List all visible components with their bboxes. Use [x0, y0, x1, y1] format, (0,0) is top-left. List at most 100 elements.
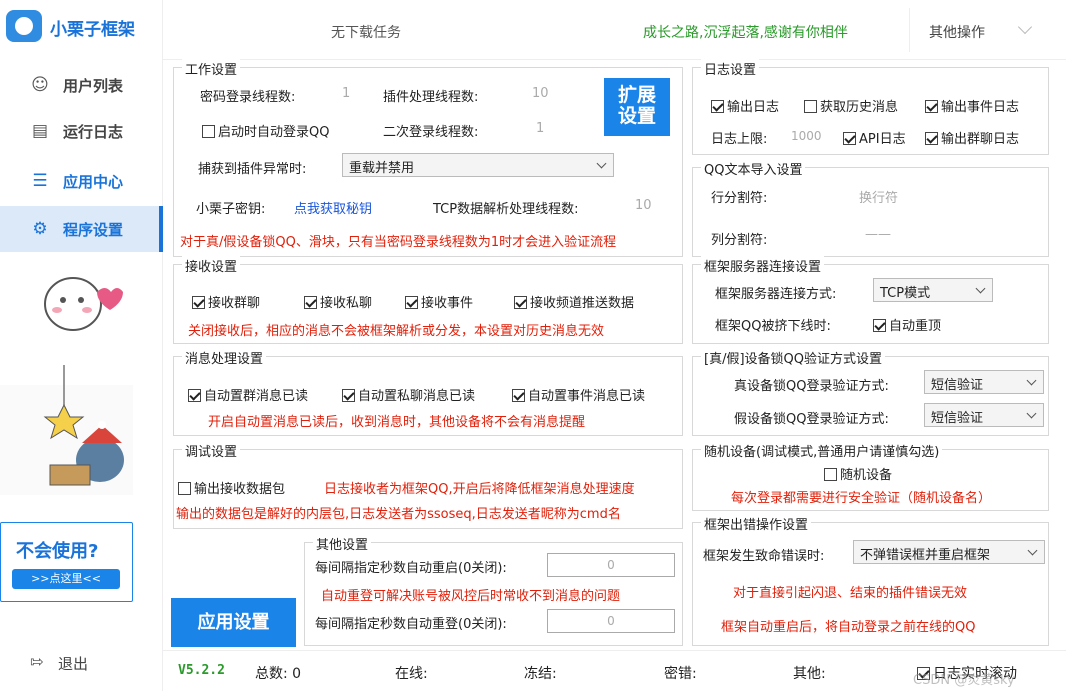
- app-title: 小栗子框架: [50, 20, 135, 40]
- apply-settings-button[interactable]: 应用设置: [171, 598, 296, 647]
- pwd-threads-label: 密码登录线程数:: [200, 90, 296, 105]
- document-icon: ▤: [31, 121, 49, 141]
- row-separator-label: 行分割符:: [711, 191, 768, 206]
- sidebar-item-logs[interactable]: ▤ 运行日志: [0, 108, 163, 154]
- exception-select[interactable]: 重载并禁用: [342, 153, 614, 177]
- section-title: [真/假]设备锁QQ验证方式设置: [701, 348, 885, 367]
- log-limit-label: 日志上限:: [711, 132, 768, 147]
- tcp-threads-label: TCP数据解析处理线程数:: [433, 202, 579, 217]
- fake-lock-label: 假设备锁QQ登录验证方式:: [734, 412, 889, 427]
- help-title: 不会使用?: [16, 541, 99, 562]
- fatal-error-label: 框架发生致命错误时:: [703, 549, 825, 564]
- api-log-checkbox[interactable]: API日志: [843, 128, 906, 147]
- random-device-checkbox[interactable]: 随机设备: [824, 464, 892, 483]
- receive-event-checkbox[interactable]: 接收事件: [405, 292, 473, 311]
- button-label-line: 设置: [617, 105, 656, 127]
- group-log-checkbox[interactable]: 输出群聊日志: [925, 128, 1019, 147]
- section-title: 日志设置: [701, 59, 760, 78]
- other-settings-section: 其他设置 每间隔指定秒数自动重启(0关闭): 0 自动重登可解决账号被风控后时常…: [304, 534, 683, 646]
- private-read-checkbox[interactable]: 自动置私聊消息已读: [342, 385, 475, 404]
- section-title: 其他设置: [313, 534, 372, 553]
- total-count: 总数: 0: [255, 666, 302, 682]
- sticker-cat-image: [0, 365, 133, 495]
- receive-private-checkbox[interactable]: 接收私聊: [304, 292, 372, 311]
- exception-label: 捕获到插件异常时:: [198, 162, 307, 177]
- checkbox-label: 输出日志: [727, 100, 780, 115]
- col-separator-label: 列分割符:: [711, 233, 768, 248]
- checkbox-label: API日志: [859, 132, 906, 147]
- sidebar-item-label: 应用中心: [63, 173, 124, 191]
- more-operations-menu[interactable]: 其他操作: [929, 22, 985, 42]
- help-box[interactable]: 不会使用? >>点这里<<: [0, 522, 133, 602]
- help-link-button[interactable]: >>点这里<<: [12, 569, 120, 589]
- output-packet-checkbox[interactable]: 输出接收数据包: [178, 478, 285, 497]
- checkbox-label: 输出接收数据包: [194, 482, 286, 497]
- real-lock-select[interactable]: 短信验证: [924, 370, 1044, 394]
- receive-group-checkbox[interactable]: 接收群聊: [192, 292, 260, 311]
- history-msg-checkbox[interactable]: 获取历史消息: [804, 96, 898, 115]
- watermark: CSDN @炎黄sky: [913, 673, 1015, 688]
- error-notice-2: 框架自动重启后，将自动登录之前在线的QQ: [721, 620, 976, 635]
- pwd-error-count: 密错:: [664, 666, 697, 682]
- second-login-label: 二次登录线程数:: [383, 125, 479, 140]
- receive-settings-section: 接收设置 接收群聊 接收私聊 接收事件 接收频道推送数据 关闭接收后，相应的消息…: [173, 256, 683, 344]
- section-title: 调试设置: [182, 441, 241, 460]
- connection-mode-select[interactable]: TCP模式: [873, 278, 993, 302]
- gear-icon: ⚙: [32, 219, 48, 239]
- work-settings-section: 工作设置 密码登录线程数: 1 插件处理线程数: 10 扩展 设置 启动时自动登录…: [173, 59, 683, 257]
- output-log-checkbox[interactable]: 输出日志: [711, 96, 779, 115]
- random-notice: 每次登录都需要进行安全验证（随机设备名）: [731, 491, 992, 506]
- plugin-threads-input[interactable]: 10: [532, 86, 549, 101]
- auto-login-checkbox[interactable]: 启动时自动登录QQ: [202, 121, 329, 140]
- real-lock-label: 真设备锁QQ登录验证方式:: [734, 379, 889, 394]
- restart-interval-input[interactable]: 0: [547, 553, 675, 577]
- logout-button[interactable]: ⇰ 退出: [30, 650, 120, 674]
- get-key-link[interactable]: 点我获取秘钥: [294, 198, 372, 217]
- other-count: 其他:: [793, 666, 826, 682]
- kicked-label: 框架QQ被挤下线时:: [715, 319, 831, 334]
- event-read-checkbox[interactable]: 自动置事件消息已读: [512, 385, 645, 404]
- sticker-heart-image: [44, 277, 123, 331]
- section-title: 接收设置: [182, 256, 241, 275]
- receive-channel-checkbox[interactable]: 接收频道推送数据: [514, 292, 634, 311]
- group-read-checkbox[interactable]: 自动置群消息已读: [188, 385, 308, 404]
- sidebar: 小栗子框架 ☺ 用户列表 ▤ 运行日志 ☰ 应用中心 ⚙ 程序设置 不会使用? …: [0, 0, 163, 691]
- sidebar-item-users[interactable]: ☺ 用户列表: [0, 62, 163, 108]
- checkbox-label: 接收频道推送数据: [530, 296, 635, 311]
- relogin-interval-input[interactable]: 0: [547, 609, 675, 633]
- checkbox-label: 接收事件: [421, 296, 474, 311]
- tcp-threads-input[interactable]: 10: [635, 198, 652, 213]
- msg-notice: 开启自动置消息已读后，收到消息时，其他设备将不会有消息提醒: [208, 415, 586, 430]
- work-notice: 对于真/假设备锁QQ、滑块，只有当密码登录线程数为1时才会进入验证流程: [180, 235, 617, 250]
- event-log-checkbox[interactable]: 输出事件日志: [925, 96, 1019, 115]
- debug-notice-1: 日志接收者为框架QQ,开启后将降低框架消息处理速度: [324, 482, 635, 497]
- user-icon: ☺: [31, 75, 49, 95]
- random-device-section: 随机设备(调试模式,普通用户请谨慎勾选) 随机设备 每次登录都需要进行安全验证（…: [692, 441, 1049, 511]
- sidebar-item-settings[interactable]: ⚙ 程序设置: [0, 206, 163, 252]
- checkbox-label: 自动重顶: [889, 319, 942, 334]
- row-separator-input[interactable]: 换行符: [859, 187, 898, 206]
- log-settings-section: 日志设置 输出日志 获取历史消息 输出事件日志 日志上限: 1000 API日志…: [692, 59, 1049, 155]
- fake-lock-select[interactable]: 短信验证: [924, 403, 1044, 427]
- qq-text-import-section: QQ文本导入设置 行分割符: 换行符 列分割符: ——: [692, 159, 1049, 257]
- version-label: V5.2.2: [178, 663, 225, 678]
- col-separator-input[interactable]: ——: [865, 227, 891, 242]
- sidebar-item-label: 用户列表: [63, 77, 124, 95]
- auto-reconnect-checkbox[interactable]: 自动重顶: [873, 315, 941, 334]
- extension-settings-button[interactable]: 扩展 设置: [604, 78, 670, 136]
- checkbox-label: 获取历史消息: [820, 100, 899, 115]
- download-status: 无下载任务: [331, 25, 401, 41]
- sidebar-item-apps[interactable]: ☰ 应用中心: [0, 158, 163, 204]
- pwd-threads-input[interactable]: 1: [342, 86, 350, 101]
- online-count: 在线:: [395, 666, 428, 682]
- error-notice-1: 对于直接引起闪退、结束的插件错误无效: [733, 586, 968, 601]
- chevron-down-icon[interactable]: [1017, 19, 1033, 35]
- checkbox-label: 启动时自动登录QQ: [218, 125, 330, 140]
- fatal-error-select[interactable]: 不弹错误框并重启框架: [853, 540, 1045, 564]
- relogin-label: 每间隔指定秒数自动重登(0关闭):: [315, 617, 507, 632]
- log-limit-input[interactable]: 1000: [791, 129, 822, 143]
- status-bar: V5.2.2 总数: 0 在线: 冻结: 密错: 其他: 日志实时滚动 CSDN…: [163, 650, 1066, 691]
- second-login-input[interactable]: 1: [536, 121, 544, 136]
- checkbox-label: 随机设备: [840, 468, 893, 483]
- key-label: 小栗子密钥:: [196, 202, 266, 217]
